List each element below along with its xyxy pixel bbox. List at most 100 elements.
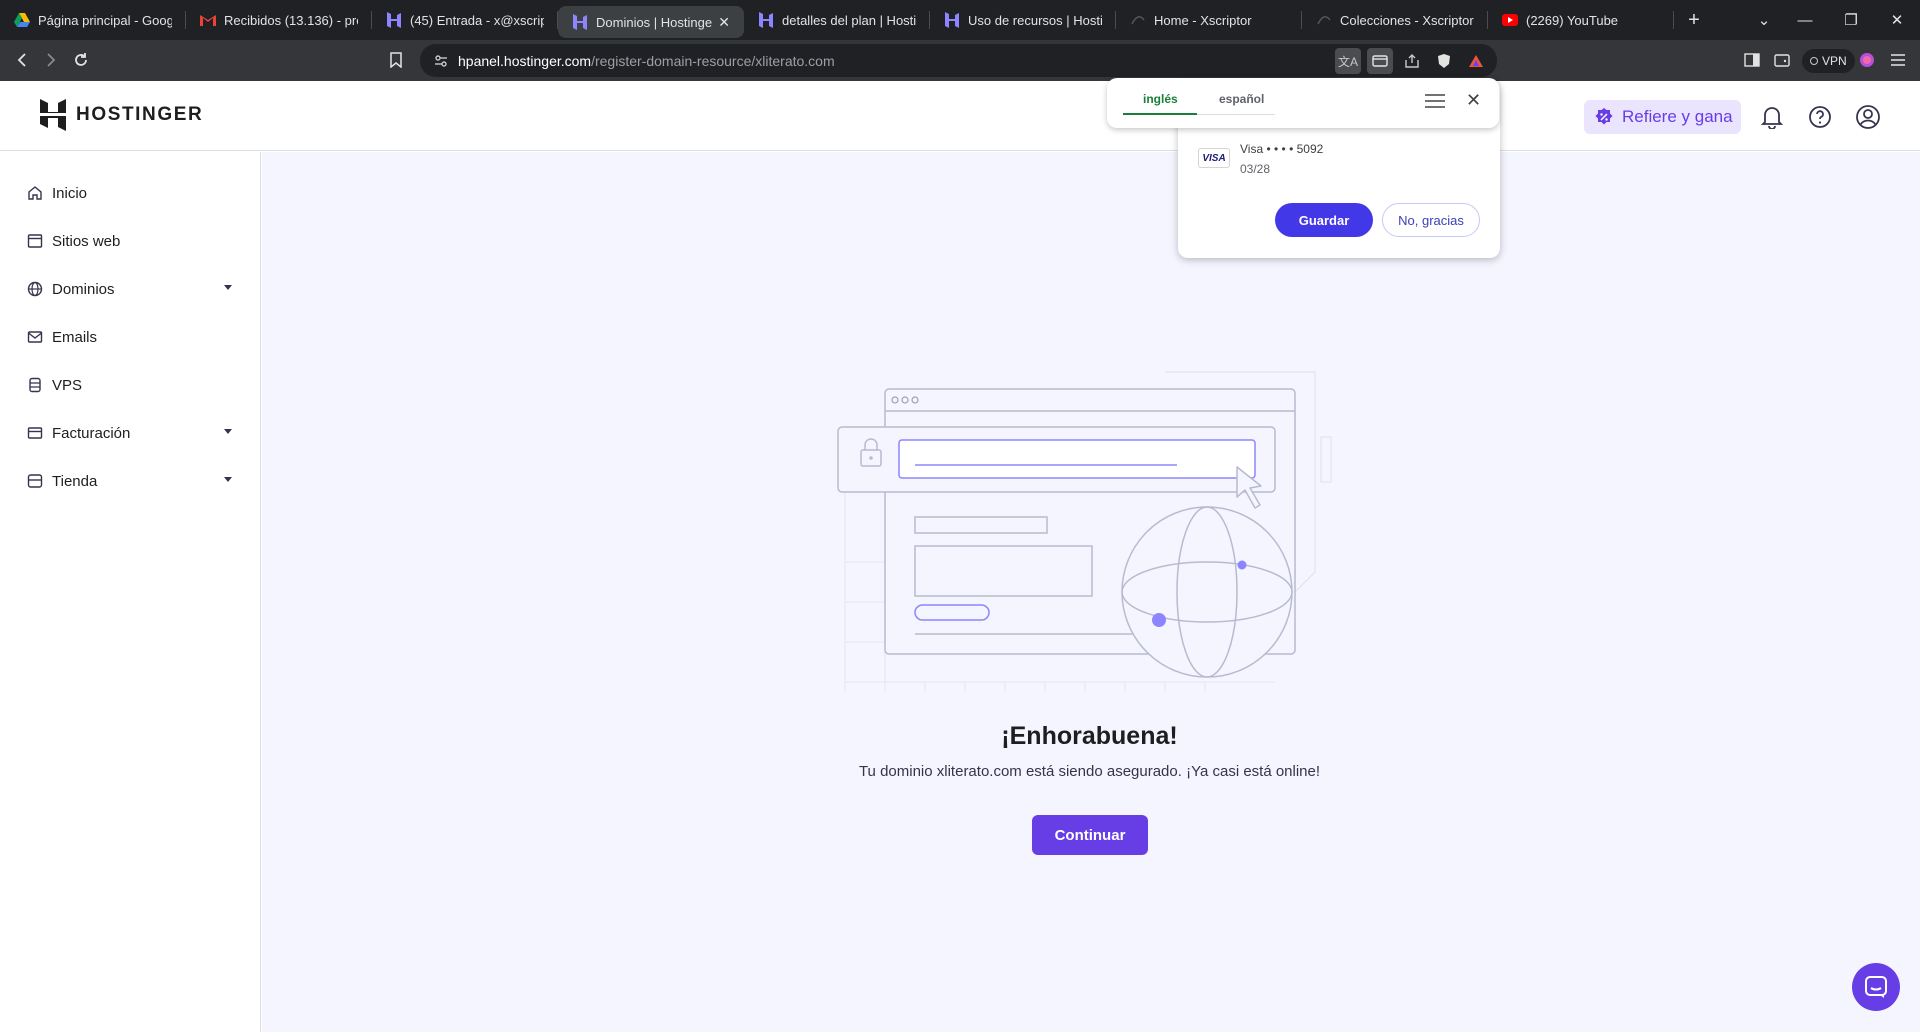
refer-label: Refiere y gana	[1622, 107, 1733, 126]
reload-icon[interactable]	[67, 46, 95, 74]
browser-menu-icon[interactable]	[1884, 46, 1912, 74]
server-icon	[26, 376, 44, 394]
card-expiry: 03/28	[1240, 162, 1271, 176]
sidebar-item-tienda[interactable]: Tienda	[26, 465, 236, 497]
bell-icon[interactable]	[1756, 101, 1788, 133]
browser-tab-strip: Página principal - Google Recibidos (13.…	[0, 0, 1920, 40]
restore-icon[interactable]: ❐	[1828, 0, 1874, 40]
brave-rewards-icon[interactable]	[1463, 48, 1489, 74]
new-tab-button[interactable]: +	[1678, 9, 1710, 32]
browser-toolbar: hpanel.hostinger.com/register-domain-res…	[0, 40, 1920, 81]
logo-text: HOSTINGER	[76, 104, 204, 125]
hostinger-logo-icon	[40, 99, 66, 131]
sidebar: Inicio Sitios web Dominios Emails VPS Fa…	[0, 152, 261, 1032]
chevron-down-icon	[224, 477, 232, 482]
wallet-icon[interactable]	[1768, 46, 1796, 74]
window-close-icon[interactable]: ✕	[1874, 0, 1920, 40]
chat-support-button[interactable]	[1852, 963, 1900, 1011]
sidebar-item-inicio[interactable]: Inicio	[26, 177, 236, 209]
no-thanks-button[interactable]: No, gracias	[1382, 203, 1480, 237]
youtube-icon	[1502, 12, 1518, 28]
translate-bar: inglés español ✕	[1107, 78, 1499, 128]
share-icon[interactable]	[1399, 48, 1425, 74]
discount-badge-icon	[1594, 107, 1614, 127]
tab-title: Uso de recursos | Hosting	[968, 12, 1102, 28]
chat-icon	[1865, 976, 1887, 998]
lang-tab-espanol[interactable]: español	[1219, 92, 1264, 106]
close-icon[interactable]: ✕	[718, 14, 730, 31]
main-content: ¡Enhorabuena! Tu dominio xliterato.com e…	[262, 152, 1920, 1032]
chevron-down-icon	[224, 285, 232, 290]
tab-title: Home - Xscriptor	[1154, 12, 1252, 28]
minimize-icon[interactable]: —	[1782, 0, 1828, 40]
tab-divider	[1197, 114, 1275, 115]
address-bar[interactable]: hpanel.hostinger.com/register-domain-res…	[420, 44, 1497, 77]
tab-title: (45) Entrada - x@xscripto	[410, 12, 544, 28]
close-icon[interactable]: ✕	[1466, 90, 1481, 111]
vpn-button[interactable]: VPN	[1802, 49, 1855, 73]
browser-tab[interactable]: Uso de recursos | Hosting	[930, 0, 1116, 40]
translate-icon[interactable]: 文A	[1335, 48, 1361, 74]
refer-and-earn-button[interactable]: Refiere y gana	[1584, 100, 1741, 134]
domain-secured-illustration	[837, 371, 1332, 692]
save-card-icon[interactable]	[1367, 48, 1393, 74]
browser-tab[interactable]: (45) Entrada - x@xscripto	[372, 0, 558, 40]
tab-title: Dominios | Hostinger	[596, 14, 713, 30]
bookmark-icon[interactable]	[382, 46, 410, 74]
home-icon	[26, 184, 44, 202]
brave-shield-icon[interactable]	[1431, 48, 1457, 74]
visa-logo-icon: VISA	[1198, 148, 1230, 168]
chevron-down-icon	[224, 429, 232, 434]
sidebar-item-label: Sitios web	[52, 232, 121, 250]
mail-icon	[26, 328, 44, 346]
url-path: /register-domain-resource/xliterato.com	[591, 52, 835, 69]
site-settings-icon[interactable]	[434, 54, 448, 67]
continue-button[interactable]: Continuar	[1032, 815, 1148, 855]
lang-tab-ingles[interactable]: inglés	[1143, 92, 1178, 106]
menu-icon[interactable]	[1425, 93, 1445, 111]
sidebar-item-emails[interactable]: Emails	[26, 321, 236, 353]
google-drive-icon	[14, 12, 30, 28]
browser-tab-active[interactable]: Dominios | Hostinger ✕	[558, 6, 744, 38]
sidebar-item-label: Dominios	[52, 280, 115, 298]
sidebar-item-label: Facturación	[52, 424, 131, 442]
tab-title: detalles del plan | Hosting	[782, 12, 916, 28]
globe-icon	[26, 280, 44, 298]
sidebar-item-label: Inicio	[52, 184, 88, 202]
sidebar-item-facturacion[interactable]: Facturación	[26, 417, 236, 449]
congrats-title: ¡Enhorabuena!	[1001, 722, 1178, 750]
leo-ai-icon[interactable]	[1853, 46, 1881, 74]
forward-icon[interactable]	[37, 46, 65, 74]
xscriptor-icon	[1316, 12, 1332, 28]
sidebar-item-dominios[interactable]: Dominios	[26, 273, 236, 305]
sidebar-item-label: Tienda	[52, 472, 98, 490]
sidebar-item-sitios-web[interactable]: Sitios web	[26, 225, 236, 257]
sidebar-item-label: VPS	[52, 376, 83, 394]
gmail-icon	[200, 12, 216, 28]
browser-tab[interactable]: (2269) YouTube	[1488, 0, 1674, 40]
tab-search-chevron-icon[interactable]: ⌄	[1741, 0, 1787, 40]
browser-tab[interactable]: detalles del plan | Hosting	[744, 0, 930, 40]
tab-title: Colecciones - Xscriptor	[1340, 12, 1474, 28]
hostinger-logo[interactable]: HOSTINGER	[40, 99, 203, 131]
hostinger-icon	[944, 12, 960, 28]
hostinger-icon	[572, 14, 588, 30]
vpn-status-icon	[1810, 57, 1818, 65]
vpn-label: VPN	[1822, 54, 1847, 68]
browser-tab[interactable]: Recibidos (13.136) - preci	[186, 0, 372, 40]
browser-tab[interactable]: Página principal - Google	[0, 0, 186, 40]
save-card-button[interactable]: Guardar	[1275, 203, 1373, 237]
browser-tab[interactable]: Home - Xscriptor	[1116, 0, 1302, 40]
tab-title: Página principal - Google	[38, 12, 172, 28]
browser-tab[interactable]: Colecciones - Xscriptor	[1302, 0, 1488, 40]
hostinger-icon	[386, 12, 402, 28]
back-icon[interactable]	[8, 46, 36, 74]
xscriptor-icon	[1130, 12, 1146, 28]
credit-card-icon	[26, 424, 44, 442]
tab-separator	[1673, 11, 1674, 29]
help-icon[interactable]	[1804, 101, 1836, 133]
tab-title: (2269) YouTube	[1526, 12, 1619, 28]
sidebar-item-vps[interactable]: VPS	[26, 369, 236, 401]
sidebar-toggle-icon[interactable]	[1738, 46, 1766, 74]
user-account-icon[interactable]	[1852, 101, 1884, 133]
